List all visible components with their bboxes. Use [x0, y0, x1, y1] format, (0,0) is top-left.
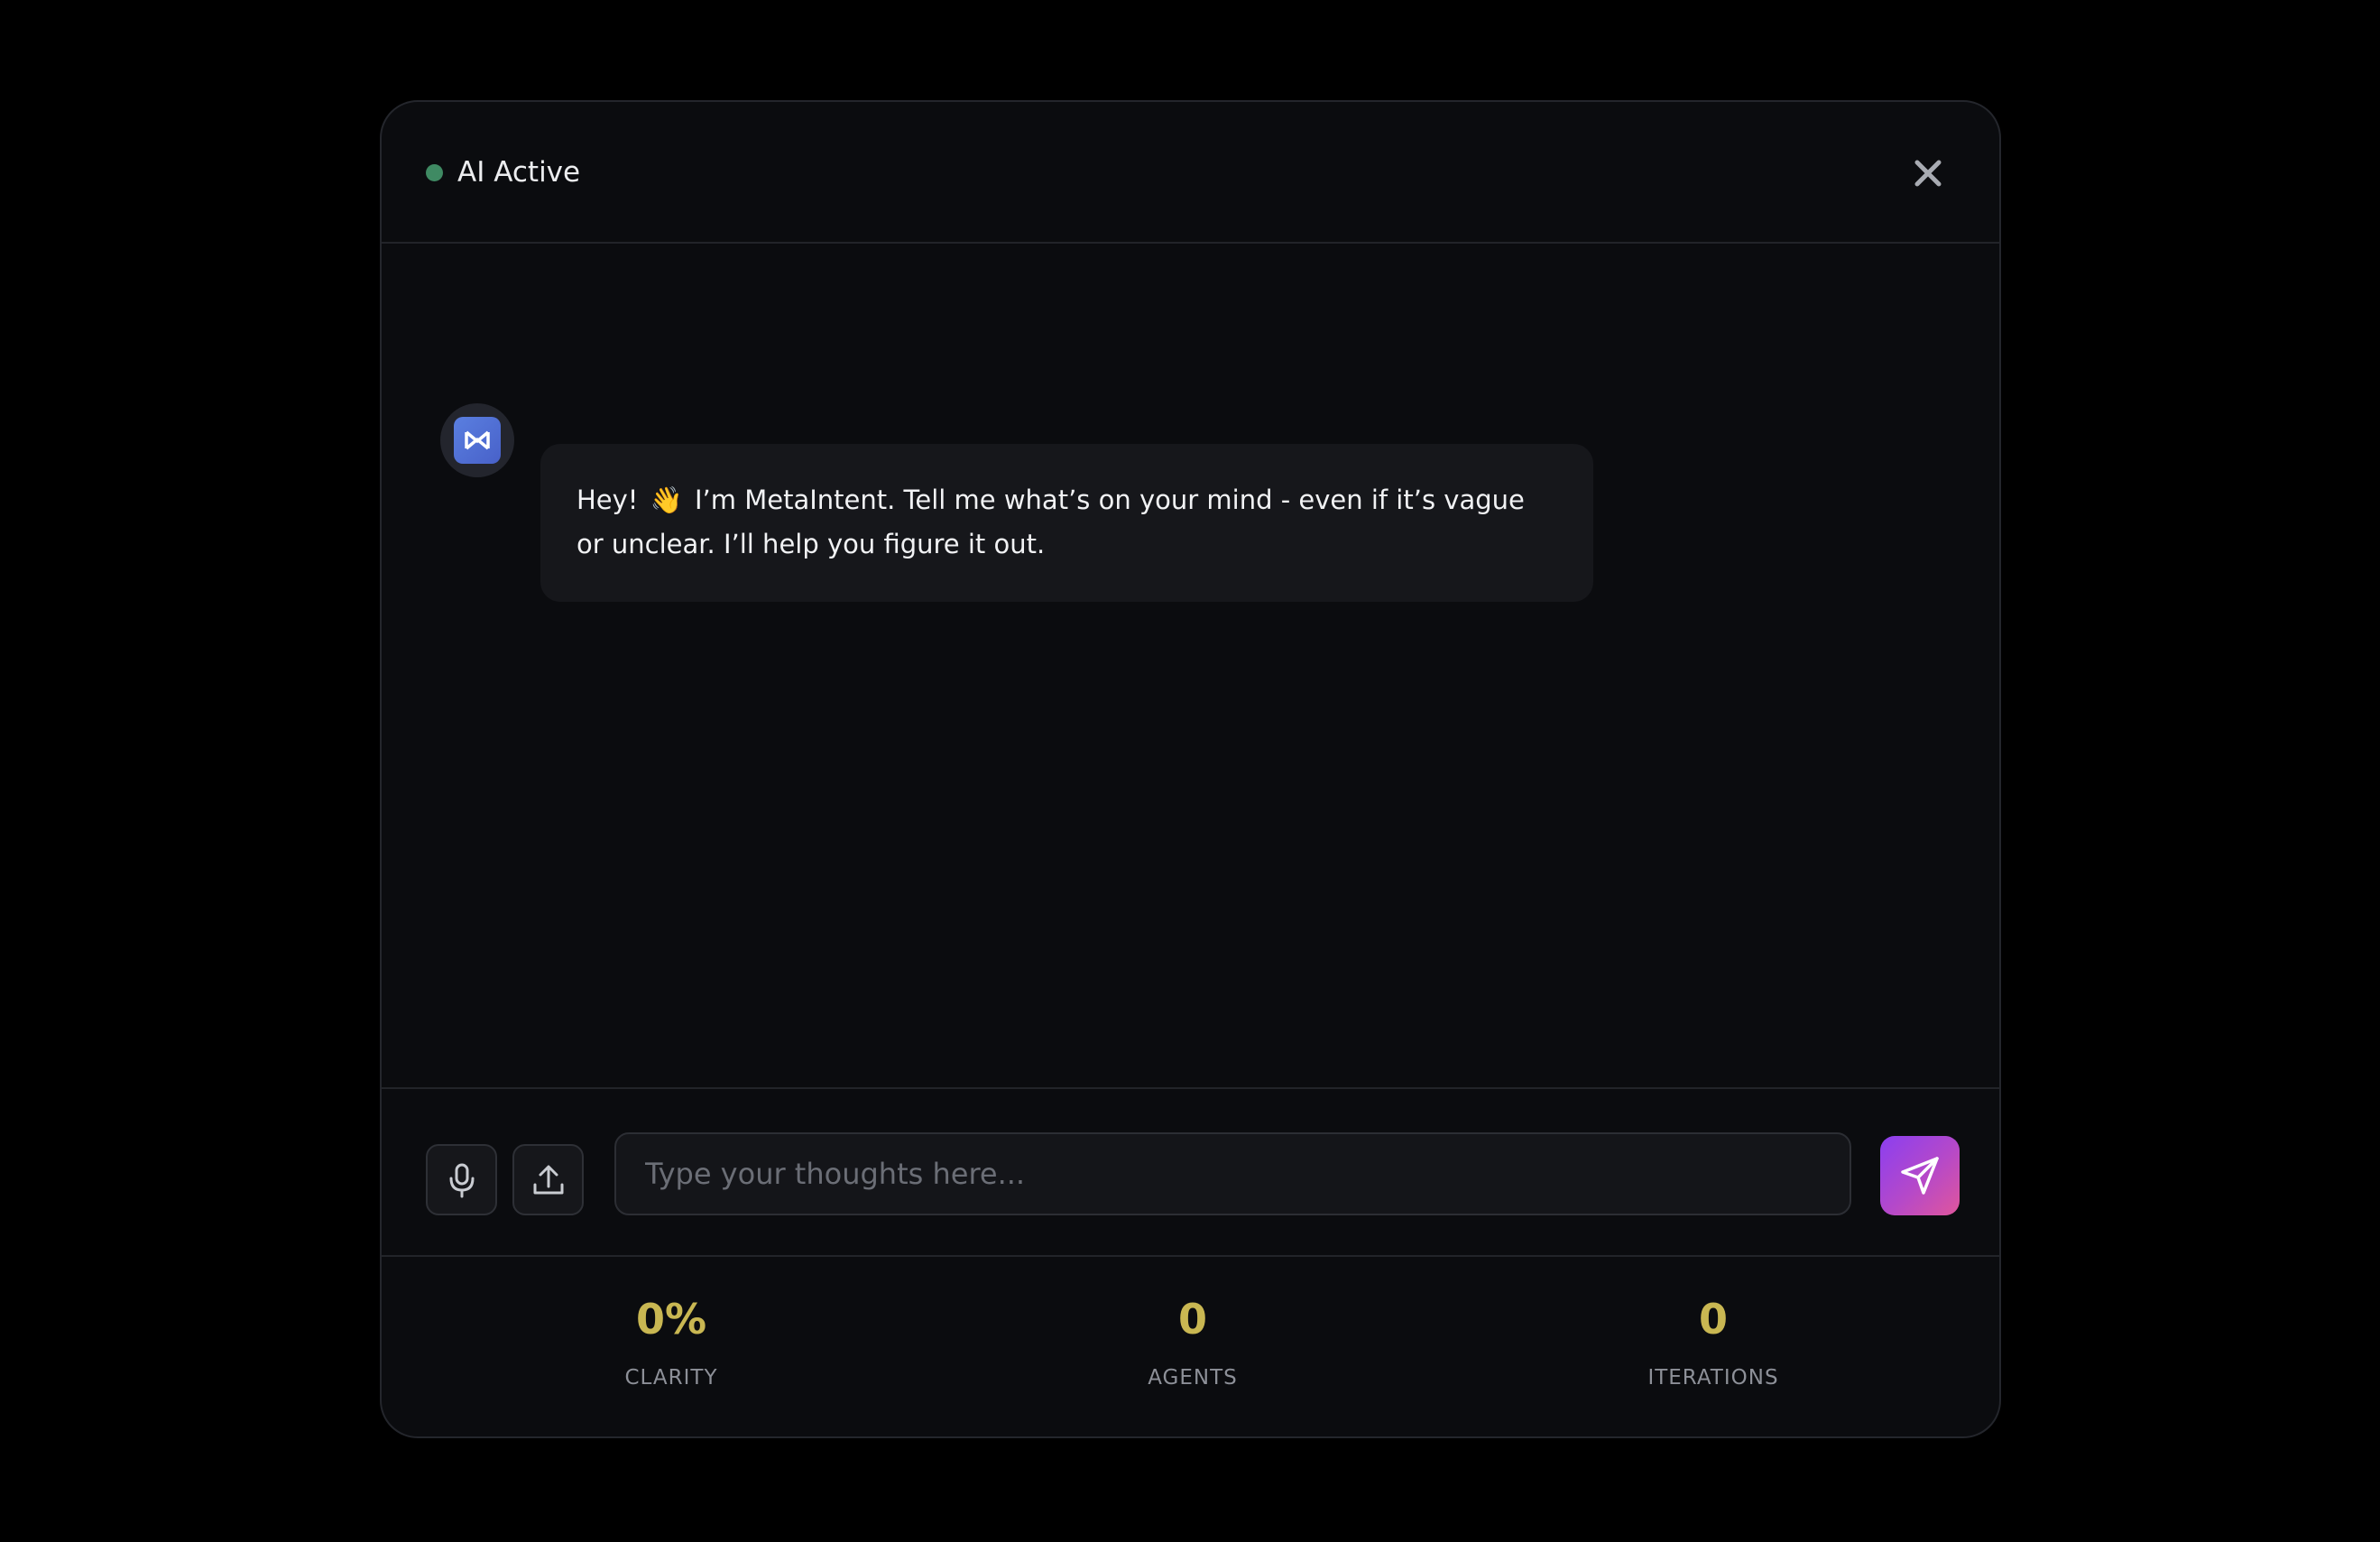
- chat-panel: AI Active Hey! 👋 I’m MetaIntent. Tell me…: [380, 100, 2001, 1438]
- agents-stat: 0 AGENTS: [1057, 1257, 1328, 1436]
- agents-value: 0: [1177, 1295, 1207, 1343]
- status-indicator-dot: [426, 164, 443, 181]
- iterations-value: 0: [1698, 1295, 1728, 1343]
- upload-icon: [533, 1165, 563, 1194]
- microphone-icon: [449, 1163, 474, 1197]
- iterations-stat: 0 ITERATIONS: [1578, 1257, 1849, 1436]
- clarity-label: CLARITY: [624, 1366, 718, 1390]
- send-icon: [1901, 1157, 1939, 1195]
- metaintent-logo-icon: [454, 417, 501, 464]
- message-text-start: Hey!: [577, 485, 639, 515]
- message-input[interactable]: [614, 1132, 1851, 1215]
- upload-file-button[interactable]: [512, 1144, 584, 1215]
- close-button[interactable]: [1904, 149, 1952, 198]
- close-icon: [1914, 160, 1942, 187]
- chat-header: AI Active: [382, 102, 1999, 244]
- stats-bar: 0% CLARITY 0 AGENTS 0 ITERATIONS: [382, 1257, 1999, 1436]
- message-list: Hey! 👋 I’m MetaIntent. Tell me what’s on…: [382, 244, 1999, 1087]
- clarity-value: 0%: [635, 1295, 707, 1343]
- assistant-avatar: [440, 403, 514, 477]
- status-label: AI Active: [457, 156, 581, 189]
- message-composer: [382, 1087, 1999, 1257]
- voice-input-button[interactable]: [426, 1144, 497, 1215]
- waving-hand-emoji: 👋: [650, 485, 683, 515]
- iterations-label: ITERATIONS: [1647, 1366, 1779, 1390]
- clarity-stat: 0% CLARITY: [536, 1257, 807, 1436]
- message-text-rest: I’m MetaIntent. Tell me what’s on your m…: [577, 485, 1525, 559]
- assistant-message-bubble: Hey! 👋 I’m MetaIntent. Tell me what’s on…: [540, 444, 1593, 602]
- send-button[interactable]: [1880, 1136, 1960, 1215]
- agents-label: AGENTS: [1148, 1366, 1238, 1390]
